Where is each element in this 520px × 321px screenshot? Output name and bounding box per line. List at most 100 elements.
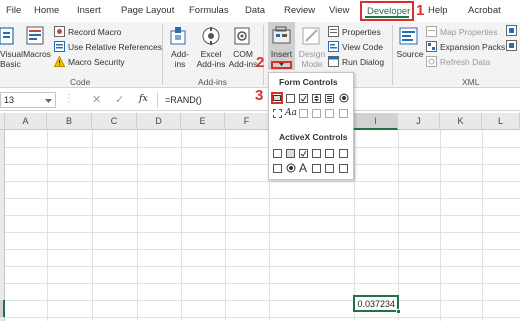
tab-home[interactable]: Home bbox=[34, 5, 59, 16]
activex-label-icon[interactable]: A bbox=[299, 161, 307, 175]
code-group-label: Code bbox=[70, 77, 91, 87]
column-header[interactable]: D bbox=[137, 113, 181, 130]
import-icon[interactable] bbox=[506, 25, 517, 36]
com-addins-icon[interactable] bbox=[233, 26, 253, 46]
column-header[interactable]: F bbox=[225, 113, 269, 130]
text-field-icon[interactable] bbox=[312, 109, 321, 118]
grid-line bbox=[5, 147, 520, 148]
command-button-icon[interactable] bbox=[273, 149, 282, 158]
combo-list-icon[interactable] bbox=[325, 109, 334, 118]
column-header[interactable]: A bbox=[5, 113, 47, 130]
map-properties-icon bbox=[426, 26, 437, 37]
grid-line bbox=[354, 130, 355, 321]
image-control-icon[interactable] bbox=[312, 164, 321, 173]
activex-combo-box-icon[interactable] bbox=[286, 149, 295, 158]
macros-icon[interactable] bbox=[26, 26, 46, 46]
chevron-down-icon bbox=[45, 99, 52, 103]
scroll-bar-icon[interactable] bbox=[299, 109, 308, 118]
expansion-packs-icon bbox=[426, 41, 437, 52]
excel-addins-icon[interactable] bbox=[201, 26, 221, 46]
activex-list-box-icon[interactable] bbox=[312, 149, 321, 158]
addins-icon[interactable] bbox=[170, 26, 190, 46]
refresh-data-button[interactable]: Refresh Data bbox=[426, 55, 490, 68]
relative-references-button[interactable]: Use Relative References bbox=[54, 40, 162, 53]
tab-insert[interactable]: Insert bbox=[77, 5, 101, 16]
macro-security-button[interactable]: Macro Security bbox=[53, 55, 125, 68]
activex-scroll-bar-icon[interactable] bbox=[339, 149, 348, 158]
export-icon[interactable] bbox=[506, 40, 517, 51]
addins-group-label: Add-ins bbox=[198, 77, 227, 87]
worksheet-grid[interactable]: A B C D E F G H I J K L 0.037234 bbox=[0, 113, 520, 321]
tab-page-layout[interactable]: Page Layout bbox=[121, 5, 174, 16]
view-code-button[interactable]: View Code bbox=[328, 40, 383, 53]
grid-line bbox=[225, 130, 226, 321]
button-control-icon bbox=[273, 95, 281, 101]
checkbox-icon[interactable] bbox=[299, 94, 308, 103]
tab-developer[interactable]: Developer bbox=[360, 1, 414, 21]
record-macro-button[interactable]: Record Macro bbox=[54, 25, 121, 38]
option-button-icon[interactable] bbox=[339, 93, 349, 103]
column-header-selected[interactable]: I bbox=[354, 113, 398, 130]
grid-line bbox=[440, 130, 441, 321]
spin-control-icon[interactable] bbox=[325, 164, 334, 173]
combo-dropdown-icon[interactable] bbox=[339, 109, 348, 118]
column-header[interactable]: C bbox=[92, 113, 137, 130]
expansion-packs-button[interactable]: Expansion Packs bbox=[426, 40, 505, 53]
chevron-down-icon bbox=[279, 63, 284, 66]
source-icon[interactable] bbox=[399, 26, 419, 46]
map-properties-button[interactable]: Map Properties bbox=[426, 25, 498, 38]
selected-row-header[interactable] bbox=[0, 300, 5, 317]
name-box[interactable]: 13 bbox=[0, 92, 56, 108]
more-controls-icon[interactable] bbox=[339, 164, 348, 173]
fill-handle[interactable] bbox=[396, 309, 401, 314]
properties-button[interactable]: Properties bbox=[328, 25, 381, 38]
callout-1: 1 bbox=[416, 2, 425, 19]
spin-button-icon[interactable] bbox=[312, 94, 321, 103]
column-header[interactable]: E bbox=[181, 113, 225, 130]
active-tab-underline bbox=[365, 16, 409, 18]
activex-text-box-icon[interactable] bbox=[325, 149, 334, 158]
tab-acrobat[interactable]: Acrobat bbox=[468, 5, 501, 16]
tab-review[interactable]: Review bbox=[284, 5, 315, 16]
activex-checkbox-icon[interactable] bbox=[299, 149, 308, 158]
macros-label: Macros bbox=[23, 49, 51, 59]
visual-basic-label: Visual Basic bbox=[0, 49, 23, 69]
tab-formulas[interactable]: Formulas bbox=[189, 5, 229, 16]
list-box-icon[interactable] bbox=[325, 94, 334, 103]
column-header[interactable]: B bbox=[47, 113, 92, 130]
visual-basic-icon[interactable] bbox=[0, 26, 14, 46]
visual-basic-label-line1: Visual bbox=[0, 49, 23, 59]
tab-file[interactable]: File bbox=[6, 5, 21, 16]
run-dialog-label: Run Dialog bbox=[342, 56, 385, 67]
run-dialog-button[interactable]: Run Dialog bbox=[328, 55, 384, 68]
grid-line bbox=[5, 215, 520, 216]
tab-data[interactable]: Data bbox=[245, 5, 265, 16]
enter-icon[interactable]: ✓ bbox=[115, 93, 124, 106]
toggle-button-icon[interactable] bbox=[273, 164, 282, 173]
column-headers: A B C D E F G H I J K L bbox=[0, 113, 520, 130]
column-header[interactable]: L bbox=[482, 113, 520, 130]
label-control-icon[interactable]: Aa bbox=[285, 108, 297, 118]
relative-references-icon bbox=[54, 41, 65, 52]
column-header[interactable]: K bbox=[440, 113, 482, 130]
insert-dropdown-arrow[interactable] bbox=[271, 61, 292, 69]
grid-line bbox=[5, 283, 520, 284]
tab-help[interactable]: Help bbox=[428, 5, 448, 16]
insert-function-icon[interactable]: fx bbox=[139, 93, 148, 104]
formula-input[interactable]: =RAND() bbox=[165, 95, 202, 105]
group-box-icon[interactable] bbox=[273, 109, 282, 118]
active-cell[interactable]: 0.037234 bbox=[353, 295, 401, 314]
cancel-icon[interactable]: ✕ bbox=[92, 93, 101, 106]
more-options-icon: ⋮ bbox=[64, 93, 74, 104]
activex-option-button-icon[interactable] bbox=[286, 163, 296, 173]
addins-label-line1: Add- bbox=[171, 49, 189, 59]
com-addins-label: COM Add-ins bbox=[227, 49, 259, 69]
callout-2: 2 bbox=[256, 54, 265, 71]
design-mode-icon[interactable] bbox=[302, 26, 322, 46]
column-header[interactable]: J bbox=[398, 113, 440, 130]
grid-line bbox=[137, 130, 138, 321]
combo-box-icon[interactable] bbox=[286, 94, 295, 103]
insert-controls-button[interactable]: Insert bbox=[268, 22, 295, 70]
tab-view[interactable]: View bbox=[329, 5, 349, 16]
button-form-control[interactable] bbox=[271, 92, 283, 104]
